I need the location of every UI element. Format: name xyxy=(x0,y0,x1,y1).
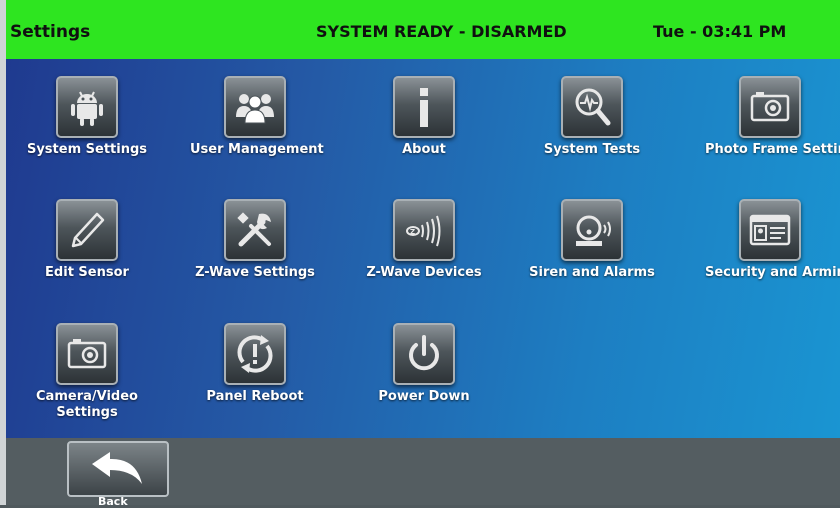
bottom-nav-bar: Back xyxy=(6,438,840,508)
tile-edit-sensor[interactable]: Edit Sensor xyxy=(22,199,152,281)
wrench-screwdriver-icon xyxy=(224,199,286,261)
tile-label: Z-Wave Settings xyxy=(195,265,315,280)
tile-camera-video-settings[interactable]: Camera/Video Settings xyxy=(22,323,152,421)
page-title: Settings xyxy=(10,22,91,42)
tile-panel-reboot[interactable]: Panel Reboot xyxy=(190,323,320,405)
pencil-icon xyxy=(56,199,118,261)
tile-label: User Management xyxy=(190,142,324,157)
camera-icon xyxy=(739,76,801,138)
tile-label: About xyxy=(402,142,446,157)
reboot-icon xyxy=(224,323,286,385)
tile-photo-frame-settings[interactable]: Photo Frame Settings xyxy=(705,76,840,158)
settings-grid: System Settings User Management About Sy… xyxy=(6,59,840,438)
system-status-text: SYSTEM READY - DISARMED xyxy=(316,22,567,41)
tile-label: Edit Sensor xyxy=(45,265,129,280)
back-arrow-icon xyxy=(92,452,142,484)
users-icon xyxy=(224,76,286,138)
tile-label: System Tests xyxy=(543,142,641,157)
siren-icon xyxy=(561,199,623,261)
tile-label: Power Down xyxy=(378,389,470,404)
info-icon xyxy=(393,76,455,138)
status-bar: Settings SYSTEM READY - DISARMED Tue - 0… xyxy=(6,0,840,59)
zwave-signal-icon: Z xyxy=(393,199,455,261)
tile-security-and-arming[interactable]: Security and Arming xyxy=(705,199,840,281)
tile-label: Z-Wave Devices xyxy=(366,265,482,280)
power-icon xyxy=(393,323,455,385)
tile-system-tests[interactable]: System Tests xyxy=(527,76,657,158)
tile-label: System Settings xyxy=(26,142,148,157)
back-label: Back xyxy=(98,495,128,508)
android-icon xyxy=(56,76,118,138)
datetime-text: Tue - 03:41 PM xyxy=(653,22,787,41)
tile-label: Panel Reboot xyxy=(206,389,304,404)
id-card-icon xyxy=(739,199,801,261)
svg-text:Z: Z xyxy=(410,228,415,236)
tile-label: Siren and Alarms xyxy=(529,265,655,280)
magnifier-pulse-icon xyxy=(561,76,623,138)
tile-zwave-settings[interactable]: Z-Wave Settings xyxy=(190,199,320,281)
back-button[interactable] xyxy=(67,441,169,497)
tile-power-down[interactable]: Power Down xyxy=(359,323,489,405)
tile-label: Security and Arming xyxy=(705,265,840,280)
tile-label: Camera/Video xyxy=(36,389,138,404)
tile-label-line2: Settings xyxy=(56,405,118,420)
tile-system-settings[interactable]: System Settings xyxy=(22,76,152,158)
tile-siren-and-alarms[interactable]: Siren and Alarms xyxy=(527,199,657,281)
tile-user-management[interactable]: User Management xyxy=(190,76,324,158)
camera-icon xyxy=(56,323,118,385)
tile-label: Photo Frame Settings xyxy=(705,142,840,157)
tile-zwave-devices[interactable]: Z Z-Wave Devices xyxy=(359,199,489,281)
tile-about[interactable]: About xyxy=(359,76,489,158)
